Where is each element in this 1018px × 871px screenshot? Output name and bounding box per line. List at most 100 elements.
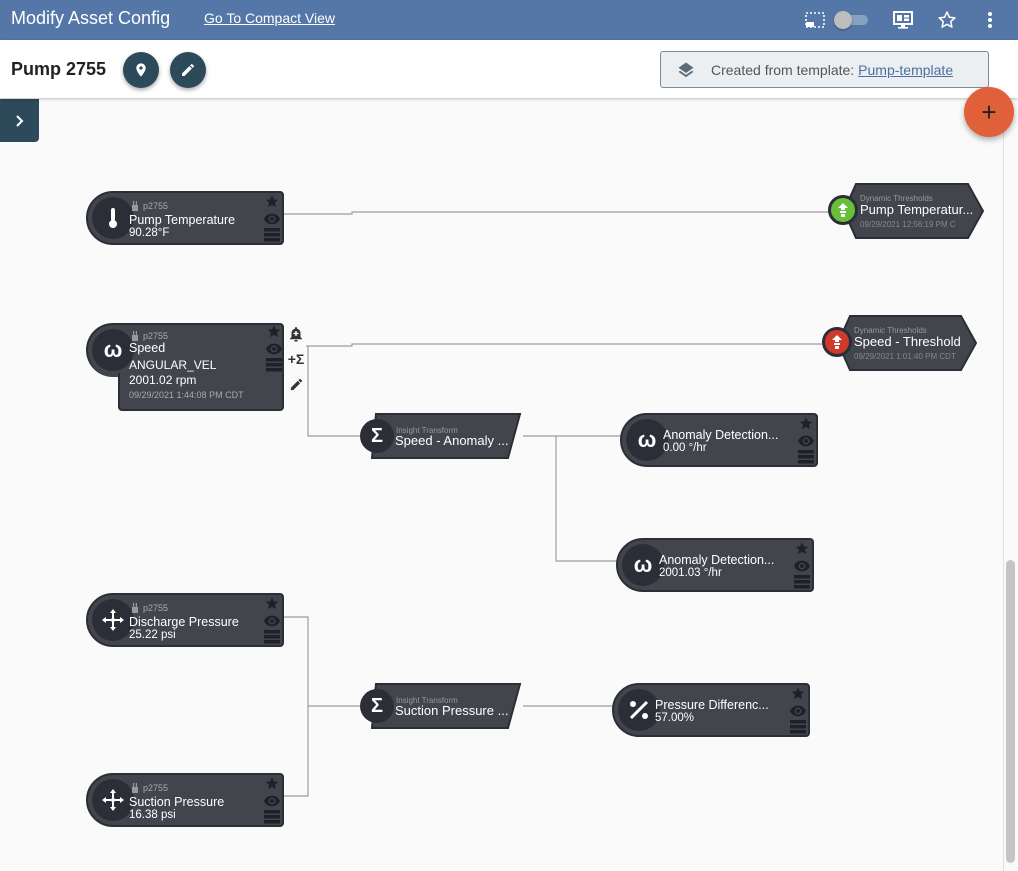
status-ok-icon [828,195,858,225]
node-pressure-difference[interactable]: Pressure Differenc... 57.00% [612,683,810,737]
asset-name: Pump 2755 [11,59,107,79]
list-icon[interactable] [264,630,280,644]
device-icon [132,783,138,793]
node-title: Suction Pressure [129,795,225,809]
node-title: Discharge Pressure [129,615,239,629]
node-subtitle: ANGULAR_VEL [129,358,217,372]
node-speed[interactable]: ω p2755 Speed ANGULAR_VEL 2001.02 rpm 09… [86,323,284,411]
node-value: 16.38 psi [129,809,176,821]
node-title: Anomaly Detection... [659,553,775,567]
top-app-bar: Modify Asset Config Go To Compact View [0,0,1018,40]
star-icon[interactable] [790,686,806,701]
node-anomaly-detection-1[interactable]: ω Anomaly Detection... 0.00 °/hr [620,413,818,467]
edit-button[interactable] [170,52,206,88]
device-tag: p2755 [131,783,168,793]
omega-icon: ω [92,329,134,371]
template-link[interactable]: Pump-template [858,62,953,78]
toggle-knob [834,11,852,29]
device-icon [132,331,138,341]
transform-suction-pressure[interactable]: Σ Insight Transform Suction Pressure ... [360,682,522,730]
device-tag: p2755 [131,331,168,341]
threshold-pump-temperature[interactable]: Dynamic Thresholds Pump Temperatur... 09… [828,183,984,239]
device-tag: p2755 [131,603,168,613]
star-icon[interactable] [264,194,280,209]
selection-icon[interactable] [803,8,827,32]
star-icon[interactable] [935,8,959,32]
device-tag: p2755 [131,201,168,211]
threshold-speed[interactable]: Dynamic Thresholds Speed - Threshold 09/… [822,315,977,371]
eye-icon[interactable] [790,705,806,717]
pencil-icon [182,63,194,76]
list-icon[interactable] [798,450,814,464]
star-icon[interactable] [798,416,814,431]
threshold-timestamp: 09/29/2021 1:01:40 PM CDT [854,352,956,361]
toggle-switch[interactable] [834,10,870,30]
scroll-track [1003,98,1004,871]
eye-icon[interactable] [798,435,814,447]
status-alarm-icon [822,327,852,357]
node-anomaly-detection-2[interactable]: ω Anomaly Detection... 2001.03 °/hr [616,538,814,592]
omega-icon: ω [626,419,668,461]
eye-icon[interactable] [266,343,282,355]
location-pin-icon [136,63,146,77]
node-value: 57.00% [655,712,695,724]
add-alert-icon[interactable] [287,325,305,343]
device-icon [132,201,138,211]
transform-speed-anomaly[interactable]: Σ Insight Transform Speed - Anomaly ... [360,412,522,460]
vertical-scrollbar[interactable] [1006,560,1015,863]
compact-view-link[interactable]: Go To Compact View [204,10,335,26]
list-icon[interactable] [790,720,806,734]
node-suction-pressure[interactable]: p2755 Suction Pressure 16.38 psi [86,773,284,827]
node-title: Speed [129,341,166,355]
node-value: 25.22 psi [129,629,176,641]
node-discharge-pressure[interactable]: p2755 Discharge Pressure 25.22 psi [86,593,284,647]
device-id: p2755 [143,331,169,341]
chevron-right-icon [15,114,23,127]
node-value: 2001.02 rpm [129,373,197,387]
sigma-icon: Σ [360,419,394,453]
transform-title: Speed - Anomaly ... [395,433,509,448]
node-value: 90.28°F [129,227,170,239]
eye-icon[interactable] [794,560,810,572]
list-icon[interactable] [264,810,280,824]
node-title: Anomaly Detection... [663,428,779,442]
node-value: 2001.03 °/hr [659,567,722,579]
eye-icon[interactable] [264,213,280,225]
edit-icon[interactable] [287,375,305,393]
node-value: 0.00 °/hr [663,442,707,454]
device-id: p2755 [143,783,169,793]
omega-icon: ω [622,544,664,586]
add-fab-button[interactable]: + [964,87,1014,137]
plus-icon: + [981,97,997,127]
star-icon[interactable] [266,324,282,339]
list-icon[interactable] [794,575,810,589]
node-timestamp: 09/29/2021 1:44:08 PM CDT [129,390,244,400]
list-icon[interactable] [266,358,282,372]
percent-icon [618,689,660,731]
star-icon[interactable] [264,596,280,611]
template-label: Created from template: [711,61,855,78]
threshold-title: Pump Temperatur... [860,202,974,217]
thermometer-icon [92,197,134,239]
eye-icon[interactable] [264,795,280,807]
list-icon[interactable] [264,228,280,242]
more-vert-icon[interactable] [978,8,1002,32]
move-arrows-icon [92,779,134,821]
add-transform-icon[interactable]: +Σ [287,350,305,368]
dashboard-monitor-icon[interactable] [891,8,915,32]
device-id: p2755 [143,201,169,211]
eye-icon[interactable] [264,615,280,627]
side-panel-toggle[interactable] [0,99,39,142]
device-id: p2755 [143,603,169,613]
node-pump-temperature[interactable]: p2755 Pump Temperature 90.28°F [86,191,284,245]
star-icon[interactable] [794,541,810,556]
star-icon[interactable] [264,776,280,791]
transform-title: Suction Pressure ... [395,703,509,718]
layers-icon [677,61,695,79]
threshold-timestamp: 09/29/2021 12:56:19 PM C [860,220,956,229]
location-button[interactable] [123,52,159,88]
node-title: Pump Temperature [129,213,236,227]
move-arrows-icon [92,599,134,641]
device-icon [132,603,138,613]
asset-header: Pump 2755 Created from template: Pump-te… [0,40,1018,98]
